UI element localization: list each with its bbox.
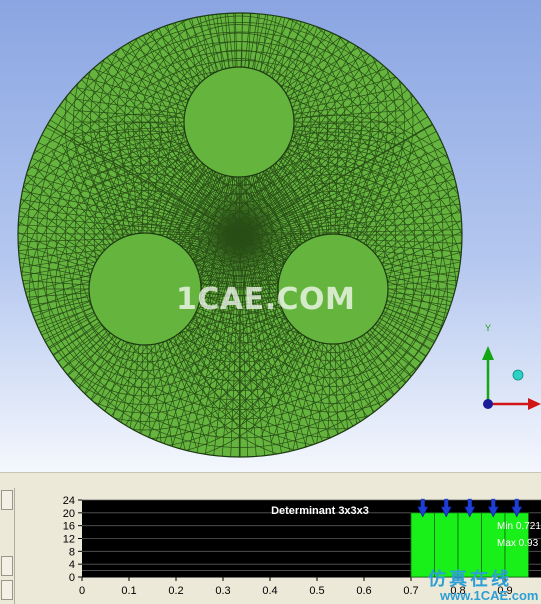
hist-y-tick-label: 24 bbox=[63, 495, 75, 507]
bar-marker-stem bbox=[420, 498, 425, 508]
hist-y-tick-label: 0 bbox=[69, 572, 75, 584]
hist-y-tick-label: 16 bbox=[63, 521, 75, 533]
hist-x-tick-label: 0.2 bbox=[168, 585, 183, 597]
x-axis-arrow bbox=[528, 398, 541, 410]
bar-marker-stem bbox=[467, 498, 472, 508]
histogram-title: Determinant 3x3x3 bbox=[271, 505, 369, 517]
hist-y-tick-label: 4 bbox=[69, 559, 75, 571]
hist-x-tick-label: 0.3 bbox=[215, 585, 230, 597]
hist-x-tick-label: 0 bbox=[79, 585, 85, 597]
hist-y-tick-label: 12 bbox=[63, 534, 75, 546]
rotation-center-dot bbox=[512, 369, 524, 381]
hist-y-tick-label: 20 bbox=[63, 508, 75, 520]
origin-dot bbox=[483, 399, 493, 409]
histogram-min-label: Min 0.721 bbox=[497, 521, 541, 532]
bar-marker-stem bbox=[514, 498, 519, 508]
bar-marker-stem bbox=[491, 498, 496, 508]
hist-x-tick-label: 0.6 bbox=[356, 585, 371, 597]
axis-triad: Y bbox=[482, 323, 541, 410]
bar-marker-stem bbox=[444, 498, 449, 508]
hist-x-tick-label: 0.5 bbox=[309, 585, 324, 597]
histogram-max-label: Max 0.93 bbox=[497, 538, 539, 549]
hist-x-tick-label: 0.7 bbox=[403, 585, 418, 597]
hist-x-tick-label: 0.1 bbox=[121, 585, 136, 597]
hist-y-tick-label: 8 bbox=[69, 546, 75, 558]
y-axis-label: Y bbox=[485, 323, 491, 333]
corner-watermark-sub: www.1CAE.com bbox=[440, 588, 539, 603]
hist-x-tick-label: 0.4 bbox=[262, 585, 277, 597]
y-axis-arrow bbox=[482, 346, 494, 360]
graphics-viewport[interactable]: 1CAE.COM Y bbox=[0, 0, 541, 472]
